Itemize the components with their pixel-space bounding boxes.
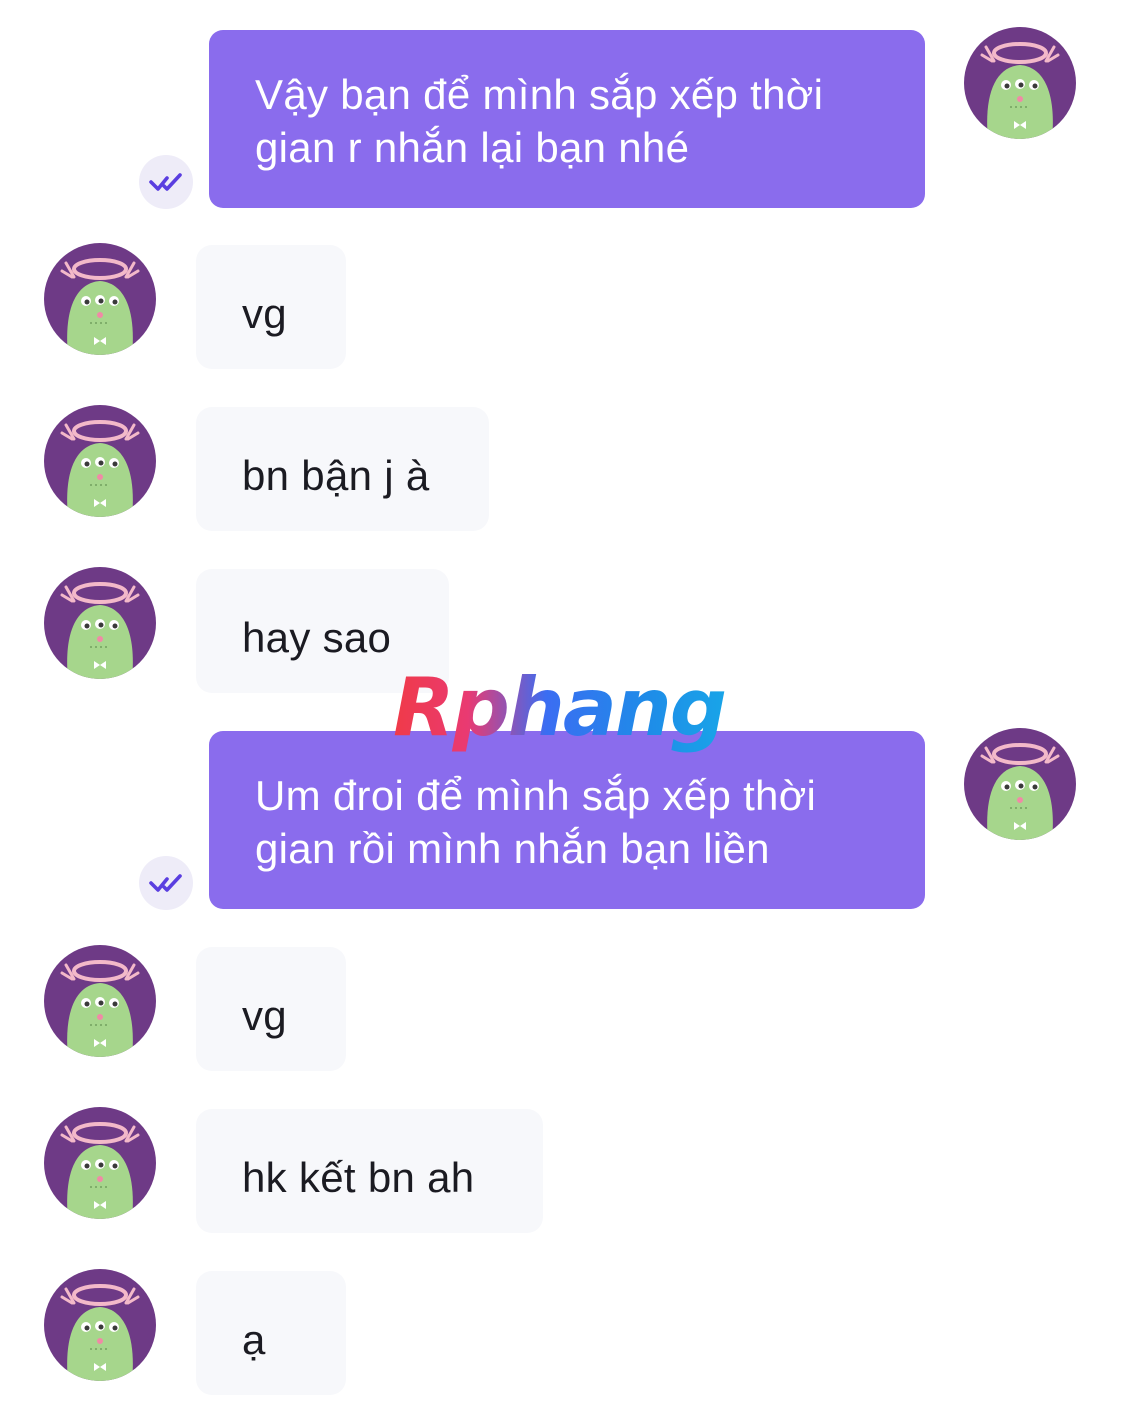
message-row-incoming: hay sao <box>0 564 1123 704</box>
green-monster-avatar-icon[interactable] <box>44 1269 156 1381</box>
message-row-outgoing: Vậy bạn để mình sắp xếp thời gian r nhắn… <box>0 0 1123 220</box>
message-bubble-incoming[interactable]: hay sao <box>196 569 449 693</box>
message-bubble-outgoing[interactable]: Vậy bạn để mình sắp xếp thời gian r nhắn… <box>209 30 925 208</box>
green-monster-avatar-icon[interactable] <box>44 945 156 1057</box>
double-check-icon <box>139 856 193 910</box>
message-row-incoming: vg <box>0 240 1123 380</box>
double-check-icon <box>139 155 193 209</box>
green-monster-avatar-icon[interactable] <box>44 567 156 679</box>
chat-thread: Vậy bạn để mình sắp xếp thời gian r nhắn… <box>0 0 1123 1421</box>
green-monster-avatar-icon[interactable] <box>44 1107 156 1219</box>
green-monster-avatar-icon[interactable] <box>964 728 1076 840</box>
green-monster-avatar-icon[interactable] <box>964 27 1076 139</box>
message-bubble-incoming[interactable]: vg <box>196 245 346 369</box>
message-bubble-incoming[interactable]: hk kết bn ah <box>196 1109 543 1233</box>
green-monster-avatar-icon[interactable] <box>44 243 156 355</box>
message-row-incoming: bn bận j à <box>0 402 1123 542</box>
message-bubble-incoming[interactable]: ạ <box>196 1271 346 1395</box>
message-row-incoming: hk kết bn ah <box>0 1104 1123 1244</box>
message-row-incoming: vg <box>0 942 1123 1082</box>
message-row-incoming: ạ <box>0 1266 1123 1406</box>
message-bubble-outgoing[interactable]: Um đroi để mình sắp xếp thời gian rồi mì… <box>209 731 925 909</box>
green-monster-avatar-icon[interactable] <box>44 405 156 517</box>
message-bubble-incoming[interactable]: vg <box>196 947 346 1071</box>
message-bubble-incoming[interactable]: bn bận j à <box>196 407 489 531</box>
message-row-outgoing: Um đroi để mình sắp xếp thời gian rồi mì… <box>0 700 1123 920</box>
